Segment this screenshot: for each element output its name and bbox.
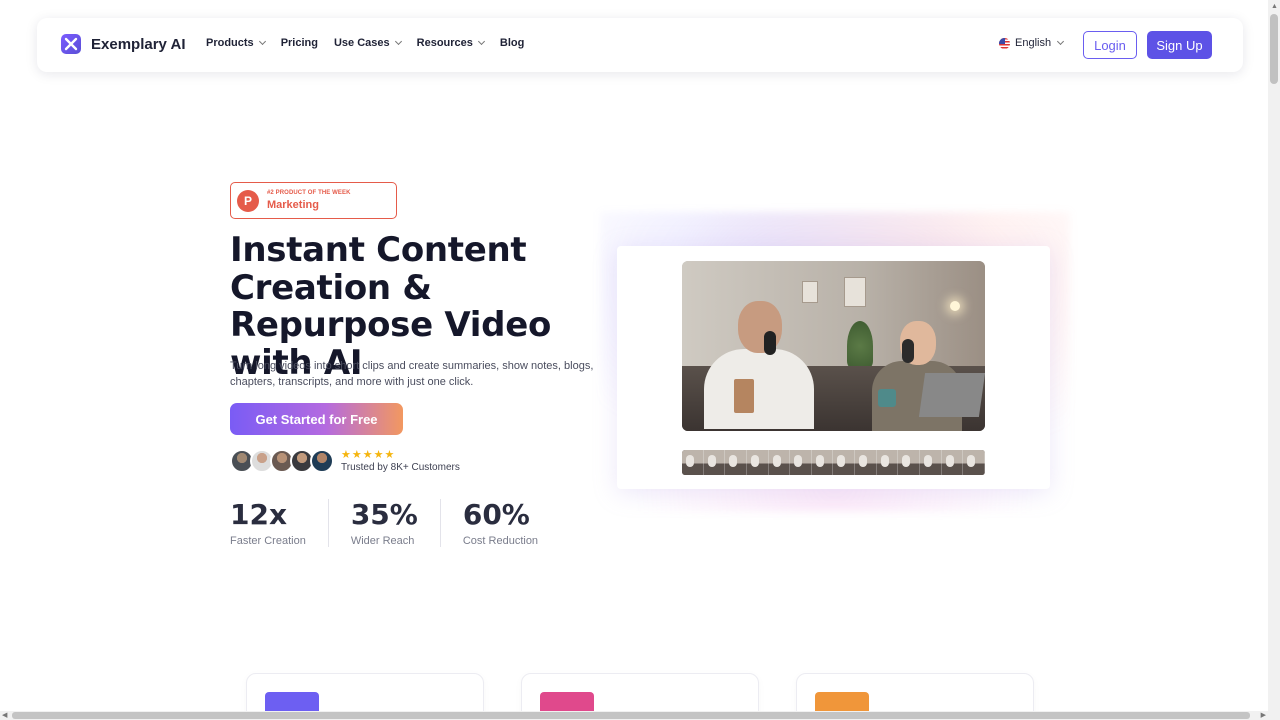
nav-pricing[interactable]: Pricing bbox=[281, 37, 318, 49]
stat-value: 12x bbox=[230, 498, 288, 531]
badge-text: #2 PRODUCT OF THE WEEK Marketing bbox=[267, 190, 351, 211]
stat-value: 35% bbox=[350, 498, 418, 531]
nav-blog-label: Blog bbox=[499, 37, 525, 49]
timeline-frame bbox=[941, 450, 964, 475]
star-icon: ★ bbox=[362, 449, 373, 461]
product-hunt-badge[interactable]: P #2 PRODUCT OF THE WEEK Marketing bbox=[230, 182, 397, 219]
microphone-icon bbox=[764, 331, 776, 355]
badge-category: Marketing bbox=[267, 198, 319, 211]
nav-use-cases[interactable]: Use Cases bbox=[333, 37, 402, 49]
star-icon: ★ bbox=[384, 449, 395, 461]
scroll-up-arrow-icon[interactable]: ▲ bbox=[1271, 2, 1278, 11]
hero-subtitle: Turn long videos into short clips and cr… bbox=[230, 360, 594, 388]
vertical-scrollbar[interactable]: ▲ bbox=[1268, 0, 1280, 720]
trusted-text: Trusted by 8K+ Customers bbox=[341, 462, 460, 473]
stat-value: 60% bbox=[462, 498, 530, 531]
wall-frame bbox=[802, 281, 818, 303]
nav-use-cases-label: Use Cases bbox=[333, 37, 390, 49]
brand-logo[interactable]: Exemplary AI bbox=[61, 34, 186, 54]
timeline-frame bbox=[790, 450, 812, 475]
timeline-frame bbox=[876, 450, 899, 475]
chevron-down-icon bbox=[1057, 37, 1065, 46]
chevron-down-icon bbox=[258, 37, 266, 46]
language-selector[interactable]: English bbox=[999, 37, 1065, 49]
lamp bbox=[950, 301, 960, 311]
timeline-frame bbox=[746, 450, 769, 475]
podcast-video-thumbnail[interactable] bbox=[682, 261, 985, 431]
scroll-right-arrow-icon[interactable]: ▶ bbox=[1261, 711, 1266, 720]
microphone-icon bbox=[902, 339, 914, 363]
rating-stars: ★ ★ ★ ★ ★ bbox=[341, 448, 394, 461]
timeline-frame bbox=[725, 450, 747, 475]
timeline-frame bbox=[811, 450, 834, 475]
get-started-button[interactable]: Get Started for Free bbox=[230, 403, 403, 435]
horizontal-scrollbar[interactable]: ◀ ▶ bbox=[0, 711, 1268, 720]
chevron-down-icon bbox=[394, 37, 402, 46]
stats-row: 12x Faster Creation 35% Wider Reach 60% … bbox=[230, 499, 582, 547]
nav-products-label: Products bbox=[206, 37, 254, 49]
stat-item: 12x Faster Creation bbox=[230, 499, 329, 547]
video-preview-card bbox=[617, 246, 1050, 489]
star-icon: ★ bbox=[351, 449, 362, 461]
brand-name: Exemplary AI bbox=[91, 35, 186, 53]
star-icon: ★ bbox=[373, 449, 384, 461]
login-button[interactable]: Login bbox=[1083, 31, 1137, 59]
us-flag-icon bbox=[999, 37, 1010, 49]
nav-links: Products Pricing Use Cases Resources Blo… bbox=[206, 37, 524, 49]
host-left-body bbox=[704, 349, 814, 429]
mug bbox=[878, 389, 896, 407]
stat-item: 35% Wider Reach bbox=[351, 499, 441, 547]
coffee-cup bbox=[734, 379, 754, 413]
scroll-left-arrow-icon[interactable]: ◀ bbox=[2, 711, 7, 720]
host-left bbox=[704, 301, 814, 429]
plant bbox=[847, 321, 873, 371]
horizontal-scroll-thumb[interactable] bbox=[12, 712, 1250, 719]
timeline-frame bbox=[898, 450, 921, 475]
timeline-frame bbox=[855, 450, 877, 475]
nav-products[interactable]: Products bbox=[206, 37, 266, 49]
timeline-frame bbox=[920, 450, 942, 475]
stat-label: Wider Reach bbox=[350, 535, 415, 547]
customer-avatars bbox=[230, 449, 334, 473]
signup-button[interactable]: Sign Up bbox=[1147, 31, 1212, 59]
chevron-down-icon bbox=[477, 37, 485, 46]
timeline-frame bbox=[682, 450, 704, 475]
product-hunt-icon: P bbox=[237, 189, 259, 212]
nav-resources[interactable]: Resources bbox=[416, 37, 485, 49]
vertical-scroll-thumb[interactable] bbox=[1270, 14, 1278, 84]
language-label: English bbox=[1015, 37, 1052, 49]
badge-rank: #2 PRODUCT OF THE WEEK bbox=[267, 190, 351, 197]
video-clip-timeline[interactable] bbox=[682, 450, 985, 475]
nav-blog[interactable]: Blog bbox=[500, 37, 524, 49]
timeline-frame bbox=[768, 450, 791, 475]
avatar bbox=[310, 449, 334, 473]
stat-label: Cost Reduction bbox=[462, 535, 539, 547]
top-navbar: Exemplary AI Products Pricing Use Cases … bbox=[37, 18, 1243, 72]
stat-item: 60% Cost Reduction bbox=[462, 498, 560, 548]
nav-resources-label: Resources bbox=[416, 37, 473, 49]
logo-x-icon bbox=[61, 34, 81, 54]
star-icon: ★ bbox=[341, 449, 351, 461]
laptop bbox=[918, 373, 985, 417]
wall-frame bbox=[844, 277, 866, 307]
stat-label: Faster Creation bbox=[230, 535, 306, 547]
timeline-frame bbox=[833, 450, 856, 475]
nav-pricing-label: Pricing bbox=[280, 37, 318, 49]
timeline-frame bbox=[703, 450, 726, 475]
timeline-frame bbox=[963, 450, 985, 475]
